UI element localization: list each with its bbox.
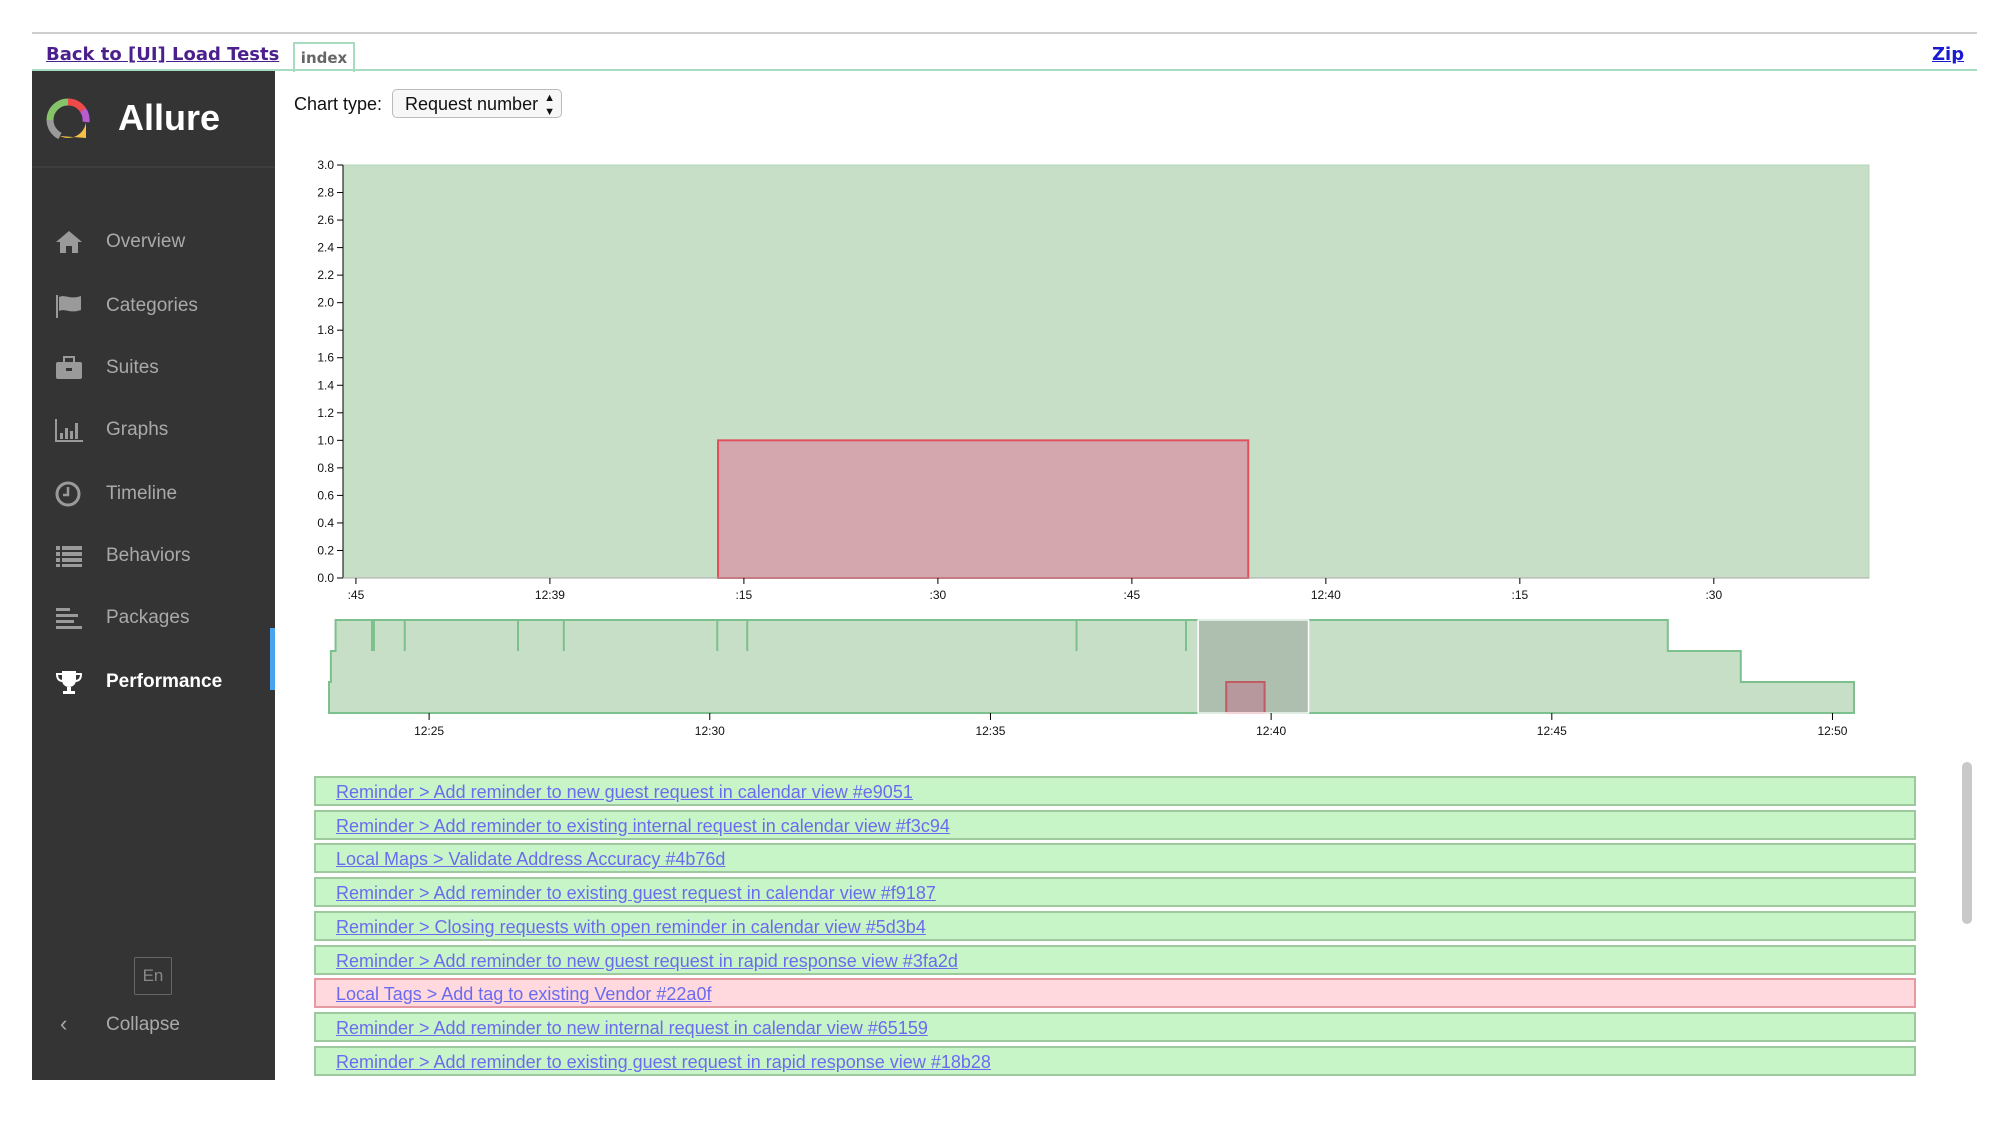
test-row: Local Tags > Add tag to existing Vendor …: [314, 978, 1916, 1009]
test-link[interactable]: Reminder > Add reminder to existing gues…: [336, 1052, 991, 1073]
test-row: Reminder > Add reminder to existing gues…: [314, 1045, 1916, 1076]
failed-bar: [717, 439, 1250, 580]
test-row: Reminder > Add reminder to new guest req…: [314, 776, 1916, 806]
test-link[interactable]: Local Tags > Add tag to existing Vendor …: [336, 984, 711, 1005]
y-tick-label: 2.6: [317, 213, 334, 227]
test-row: Reminder > Add reminder to existing inte…: [314, 809, 1916, 840]
y-tick-label: 1.2: [317, 406, 334, 420]
x-tick-label: :15: [736, 588, 753, 602]
collapse-button[interactable]: ‹ Collapse: [32, 1007, 275, 1047]
y-tick-label: 2.0: [317, 296, 334, 310]
brush-x-tick-label: 12:25: [414, 724, 444, 738]
y-tick-label: 0.6: [317, 488, 334, 502]
y-tick-label: 0.0: [317, 571, 334, 585]
x-tick-label: :30: [930, 588, 947, 602]
brush-x-tick-label: 12:40: [1256, 724, 1286, 738]
test-link[interactable]: Reminder > Add reminder to existing inte…: [336, 816, 950, 837]
x-tick-label: :45: [348, 588, 365, 602]
test-link[interactable]: Local Maps > Validate Address Accuracy #…: [336, 849, 725, 870]
brush-selection[interactable]: [1197, 619, 1310, 714]
test-link[interactable]: Reminder > Add reminder to new guest req…: [336, 951, 958, 972]
brush-x-tick-label: 12:45: [1537, 724, 1567, 738]
x-tick-label: 12:39: [535, 588, 565, 602]
x-tick-label: 12:40: [1311, 588, 1341, 602]
x-tick-label: :30: [1705, 588, 1722, 602]
y-tick-label: 0.4: [317, 516, 334, 530]
y-tick-label: 0.8: [317, 461, 334, 475]
brush-passed-area: [328, 619, 1855, 714]
test-link[interactable]: Reminder > Add reminder to new guest req…: [336, 782, 913, 803]
brush-x-tick-label: 12:35: [975, 724, 1005, 738]
test-row: Reminder > Add reminder to new guest req…: [314, 944, 1916, 975]
y-tick-label: 1.8: [317, 323, 334, 337]
collapse-label: Collapse: [106, 1014, 180, 1035]
y-tick-label: 1.4: [317, 378, 334, 392]
chevron-left-icon: ‹: [60, 1011, 68, 1036]
y-tick-label: 3.0: [317, 158, 334, 172]
x-tick-label: :45: [1124, 588, 1141, 602]
test-link[interactable]: Reminder > Add reminder to existing gues…: [336, 883, 936, 904]
y-tick-label: 1.0: [317, 433, 334, 447]
y-tick-label: 0.2: [317, 543, 334, 557]
test-row: Reminder > Add reminder to existing gues…: [314, 877, 1916, 908]
test-row: Reminder > Closing requests with open re…: [314, 910, 1916, 941]
y-tick-label: 2.8: [317, 186, 334, 200]
test-link[interactable]: Reminder > Add reminder to new internal …: [336, 1018, 928, 1039]
test-row: Reminder > Add reminder to new internal …: [314, 1011, 1916, 1042]
test-link[interactable]: Reminder > Closing requests with open re…: [336, 917, 926, 938]
y-tick-label: 2.4: [317, 241, 334, 255]
scrollbar[interactable]: [1962, 762, 1972, 924]
y-tick-label: 2.2: [317, 268, 334, 282]
brush-x-tick-label: 12:30: [695, 724, 725, 738]
brush-x-tick-label: 12:50: [1817, 724, 1847, 738]
y-tick-label: 1.6: [317, 351, 334, 365]
x-tick-label: :15: [1511, 588, 1528, 602]
language-button[interactable]: En: [134, 957, 172, 995]
test-row: Local Maps > Validate Address Accuracy #…: [314, 843, 1916, 874]
performance-charts: 0.0 0.2 0.4 0.6 0.8 1.0 1.2 1.4 1.6 1.8 2.0 2.2 2.4 2…: [317, 158, 1870, 738]
